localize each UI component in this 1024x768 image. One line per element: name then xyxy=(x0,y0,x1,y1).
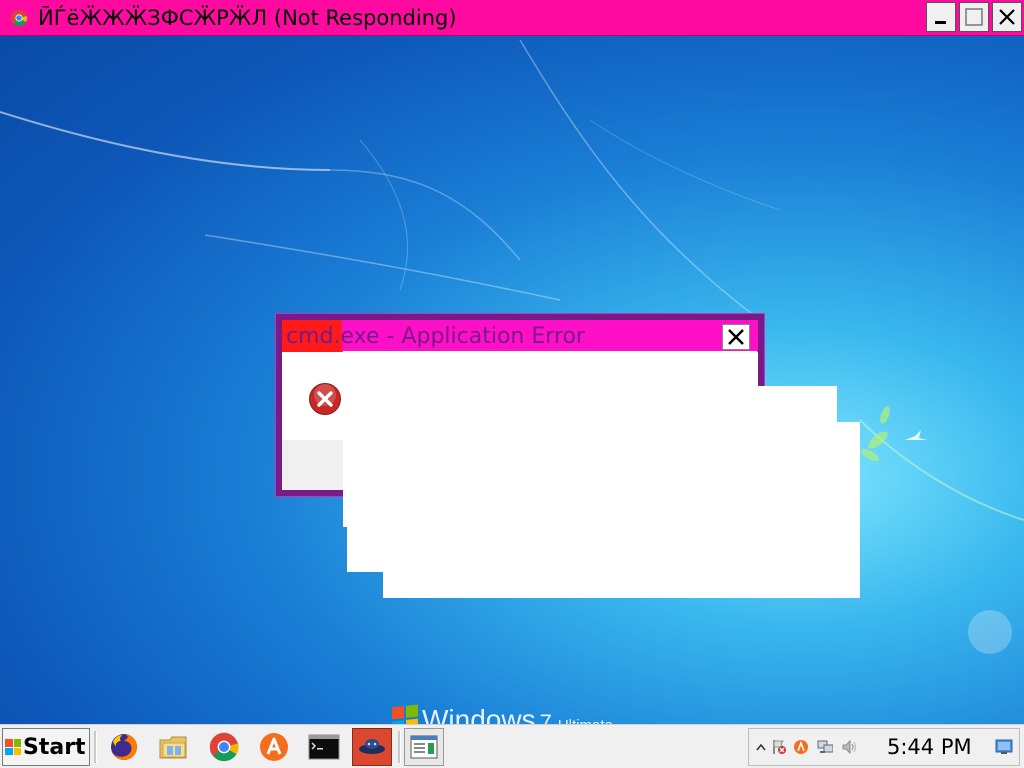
show-desktop-button[interactable] xyxy=(995,738,1013,756)
close-icon xyxy=(728,329,744,345)
blank-panel xyxy=(347,527,387,572)
taskbar-avast[interactable] xyxy=(254,728,294,766)
taskbar-separator xyxy=(94,731,97,763)
file-explorer-icon xyxy=(159,736,187,759)
minimize-icon xyxy=(935,21,946,24)
taskbar: Start 5:44 PM xyxy=(0,724,1024,768)
window-title: ӢЃёӜЖӜЗФСӜРӜЛ (Not Responding) xyxy=(38,5,457,30)
window-title-bar[interactable]: ӢЃёӜЖӜЗФСӜРӜЛ (Not Responding) xyxy=(0,0,1024,36)
network-button[interactable] xyxy=(817,739,833,755)
taskbar-window-preview[interactable] xyxy=(404,728,444,766)
dialog-title: cmd.exe - Application Error xyxy=(286,324,585,349)
start-label: Start xyxy=(23,734,86,760)
volume-icon xyxy=(842,740,857,754)
show-hidden-icons-icon xyxy=(756,743,766,751)
avast-tray-icon xyxy=(794,740,808,754)
close-icon xyxy=(999,9,1015,25)
action-center-button[interactable] xyxy=(771,739,787,755)
taskbar-file-explorer[interactable] xyxy=(154,728,194,766)
minimize-button[interactable] xyxy=(926,2,956,32)
chrome-icon xyxy=(11,9,28,26)
chrome-icon xyxy=(209,732,239,762)
taskbar-chrome[interactable] xyxy=(204,728,244,766)
clock[interactable]: 5:44 PM xyxy=(887,735,972,759)
maximize-button[interactable] xyxy=(959,2,989,32)
avast-tray-button[interactable] xyxy=(793,739,809,755)
start-button[interactable]: Start xyxy=(2,728,90,766)
firefox-icon xyxy=(111,734,137,760)
volume-button[interactable] xyxy=(841,739,857,755)
taskbar-command-prompt[interactable] xyxy=(304,728,344,766)
dialog-close-button[interactable] xyxy=(722,324,750,350)
show-desktop-icon xyxy=(995,739,1013,754)
avast-icon xyxy=(260,733,288,761)
blank-panel xyxy=(383,422,860,598)
network-icon xyxy=(817,740,833,753)
app-icon xyxy=(359,739,385,754)
close-button[interactable] xyxy=(992,2,1022,32)
taskbar-separator xyxy=(398,731,401,763)
show-hidden-icons-button[interactable] xyxy=(753,739,769,755)
dialog-title-bar[interactable]: cmd.exe - Application Error xyxy=(282,320,758,352)
maximize-icon xyxy=(965,8,983,26)
blank-panel xyxy=(757,386,837,426)
error-icon xyxy=(309,383,341,415)
window-preview-icon xyxy=(410,735,438,759)
system-tray: 5:44 PM xyxy=(748,728,1020,766)
action-center-icon xyxy=(773,740,786,754)
windows-flag-icon xyxy=(5,739,21,755)
command-prompt-icon xyxy=(308,734,340,760)
taskbar-firefox[interactable] xyxy=(104,728,144,766)
taskbar-active-app[interactable] xyxy=(352,728,392,766)
